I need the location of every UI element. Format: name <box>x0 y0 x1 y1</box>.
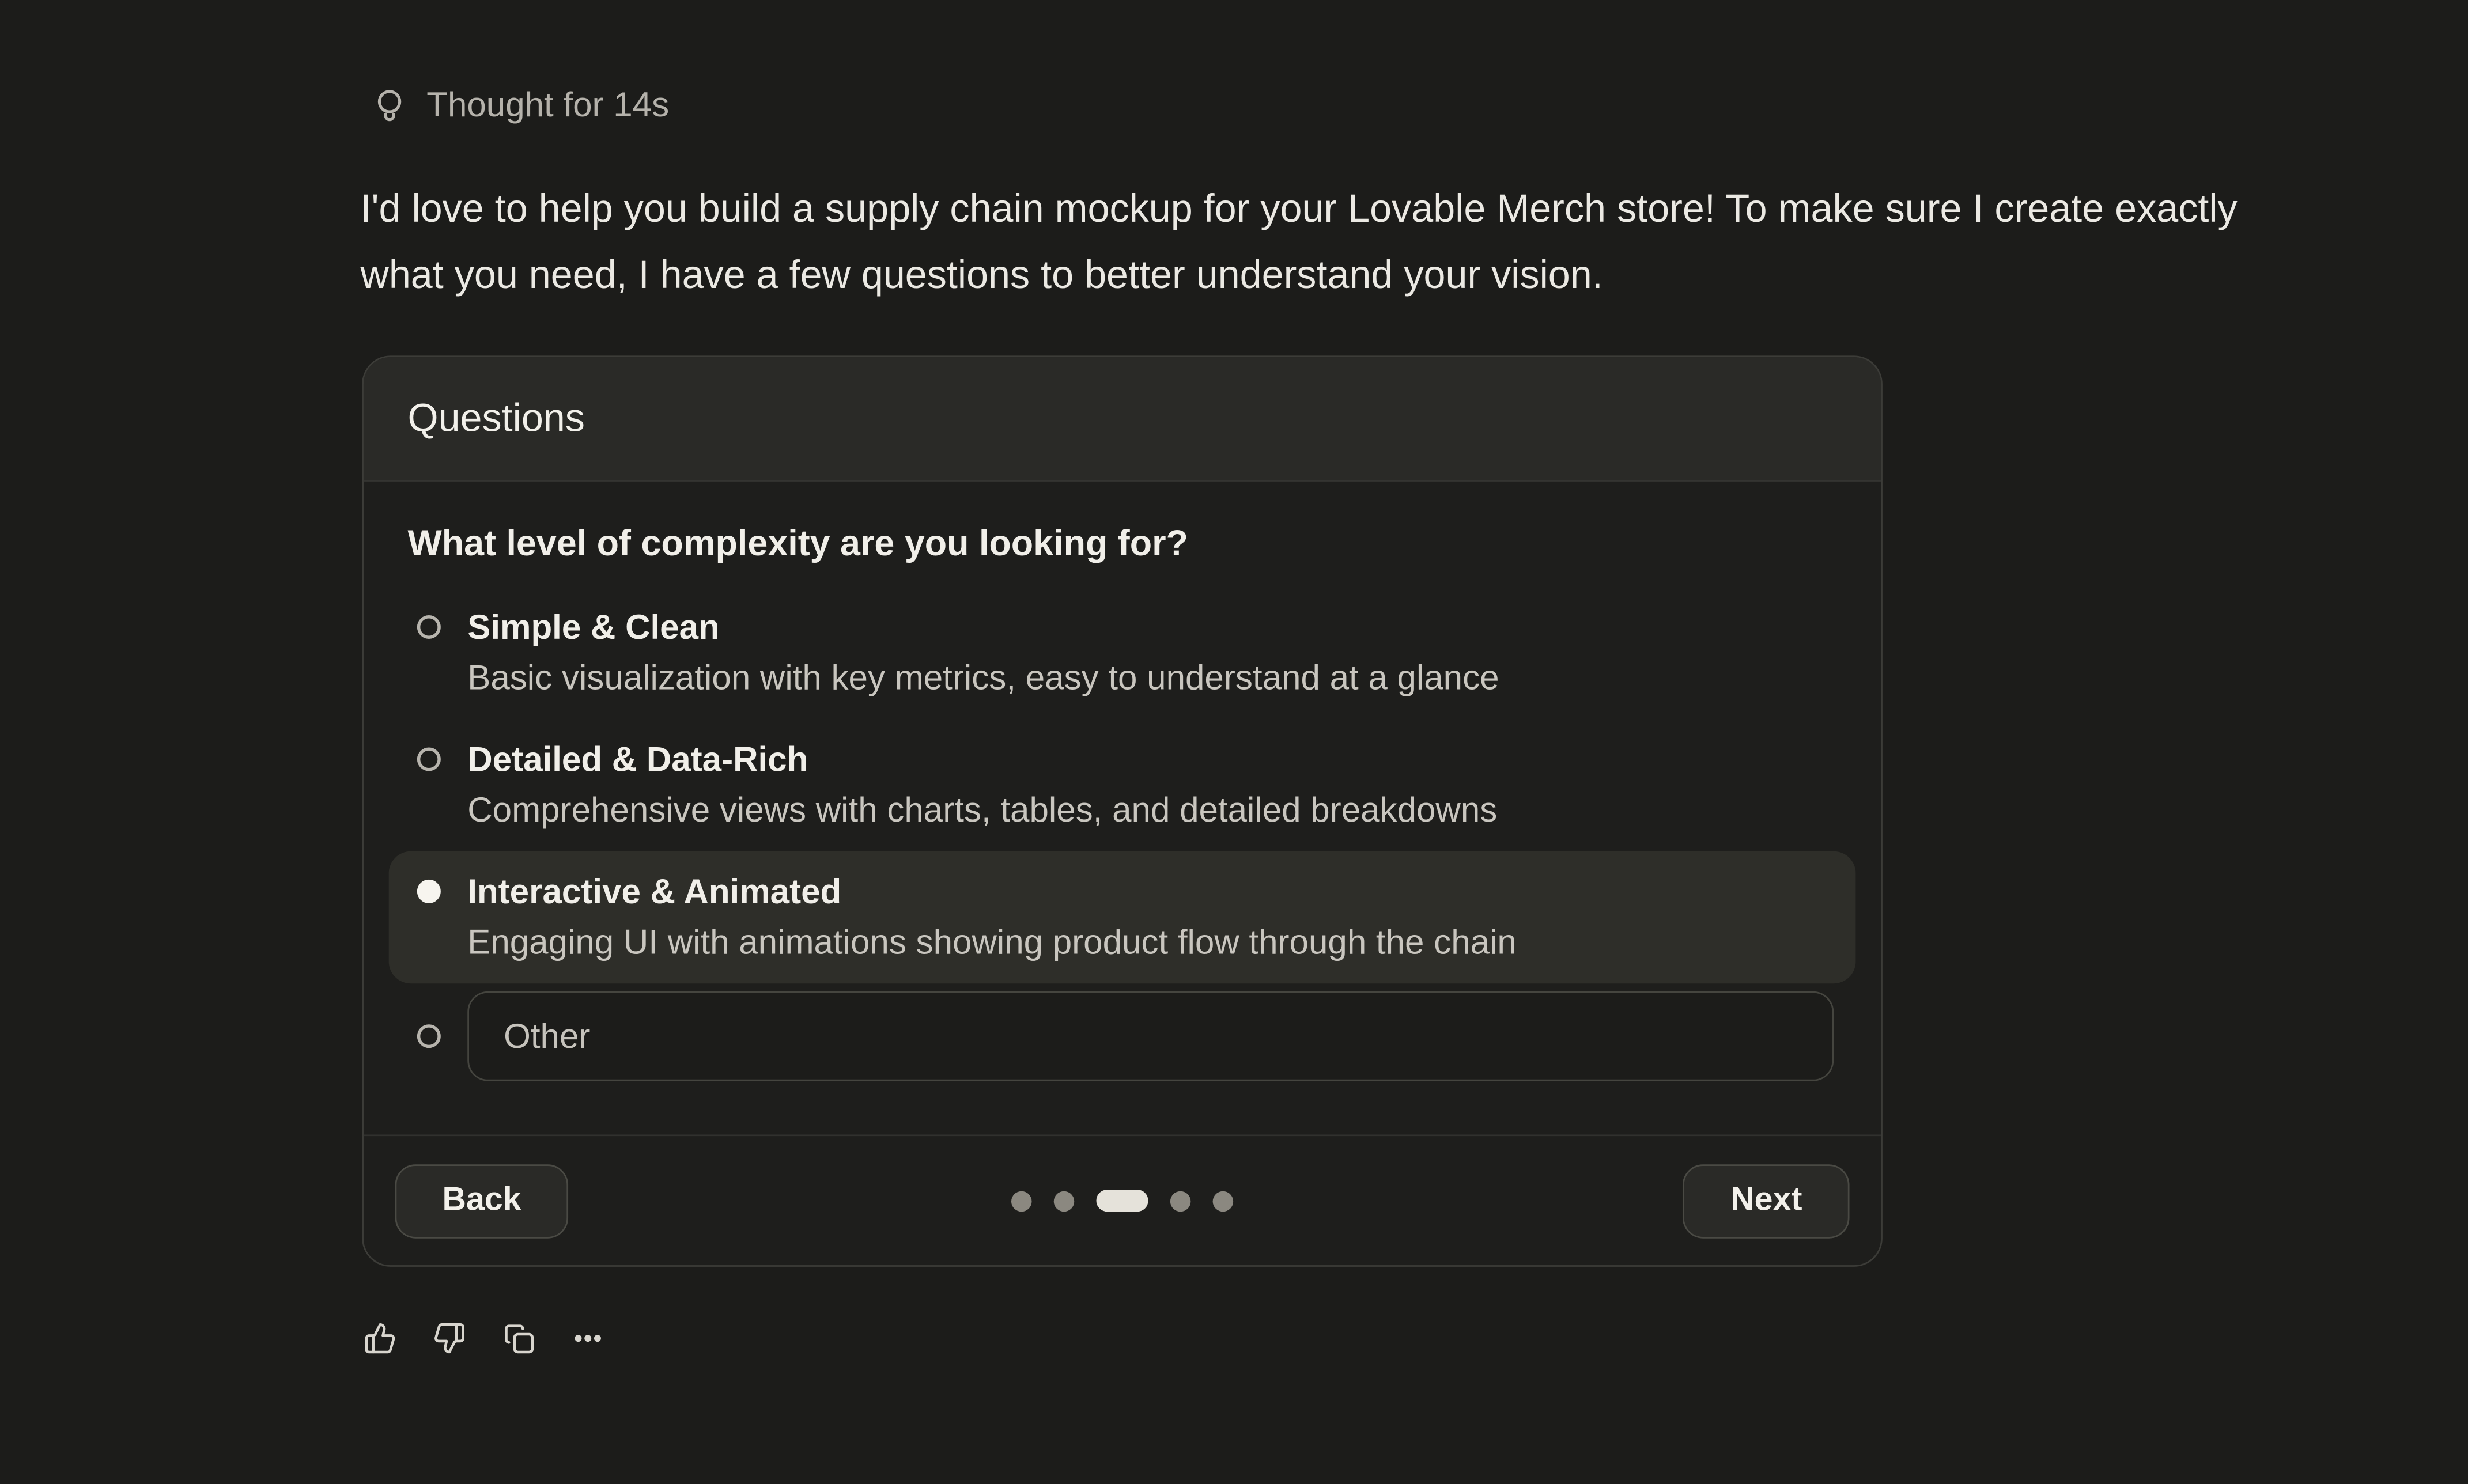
thought-label: Thought for 14s <box>426 85 669 126</box>
option-simple-clean[interactable]: Simple & Clean Basic visualization with … <box>389 587 1856 719</box>
pagination-dots <box>1011 1190 1233 1212</box>
option-interactive-animated[interactable]: Interactive & Animated Engaging UI with … <box>389 851 1856 983</box>
questions-card-header: Questions <box>364 357 1881 482</box>
option-detailed-data-rich[interactable]: Detailed & Data-Rich Comprehensive views… <box>389 719 1856 851</box>
assistant-message: I'd love to help you build a supply chai… <box>361 176 2328 308</box>
pagination-dot <box>1213 1190 1234 1211</box>
pagination-dot <box>1054 1190 1075 1211</box>
option-title: Interactive & Animated <box>467 869 1517 916</box>
pagination-dot <box>1170 1190 1191 1211</box>
pagination-dot <box>1011 1190 1032 1211</box>
option-title: Simple & Clean <box>467 604 1499 652</box>
next-button[interactable]: Next <box>1683 1164 1849 1237</box>
message-actions <box>364 1322 604 1354</box>
lightbulb-icon <box>370 86 409 125</box>
thumbs-down-button[interactable] <box>433 1322 466 1354</box>
questions-card-body: What level of complexity are you looking… <box>364 482 1881 1081</box>
copy-button[interactable] <box>502 1322 535 1354</box>
back-button[interactable]: Back <box>395 1164 569 1237</box>
pagination-dot-active <box>1096 1190 1148 1212</box>
radio-icon[interactable] <box>417 1024 441 1048</box>
other-input[interactable] <box>467 991 1834 1081</box>
questions-card: Questions What level of complexity are y… <box>362 355 1883 1267</box>
more-icon <box>572 1322 604 1354</box>
option-description: Engaging UI with animations showing prod… <box>467 919 1517 966</box>
thumbs-up-icon <box>364 1322 396 1354</box>
option-description: Comprehensive views with charts, tables,… <box>467 787 1497 834</box>
thought-toggle[interactable]: Thought for 14s <box>370 85 669 126</box>
question-text: What level of complexity are you looking… <box>407 523 1855 565</box>
radio-icon[interactable] <box>417 615 441 639</box>
card-footer: Back Next <box>364 1134 1881 1265</box>
option-other[interactable] <box>389 983 1856 1081</box>
chat-message-area: Thought for 14s I'd love to help you bui… <box>0 0 2468 1484</box>
thumbs-up-button[interactable] <box>364 1322 396 1354</box>
radio-icon[interactable] <box>417 747 441 771</box>
option-title: Detailed & Data-Rich <box>467 736 1497 783</box>
thumbs-down-icon <box>433 1322 466 1354</box>
card-title: Questions <box>407 396 584 441</box>
option-description: Basic visualization with key metrics, ea… <box>467 654 1499 702</box>
copy-icon <box>502 1322 535 1354</box>
more-button[interactable] <box>572 1322 604 1354</box>
radio-icon[interactable] <box>417 880 441 903</box>
